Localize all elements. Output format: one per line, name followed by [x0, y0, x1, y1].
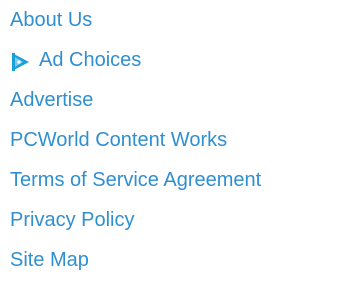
footer-links: About Us Ad Choices Advertise PCWorld Co…	[10, 0, 261, 280]
footer-link-item-privacy-policy: Privacy Policy	[10, 200, 261, 240]
terms-of-service-link[interactable]: Terms of Service Agreement	[10, 160, 261, 200]
ad-choices-label: Ad Choices	[39, 49, 142, 71]
footer-link-item-terms-of-service: Terms of Service Agreement	[10, 160, 261, 200]
site-map-label: Site Map	[10, 249, 89, 271]
adchoices-icon	[10, 46, 30, 71]
footer-link-item-advertise: Advertise	[10, 80, 261, 120]
footer-link-item-site-map: Site Map	[10, 240, 261, 280]
privacy-policy-link[interactable]: Privacy Policy	[10, 200, 134, 240]
footer-link-item-ad-choices: Ad Choices	[10, 40, 261, 80]
advertise-label: Advertise	[10, 89, 94, 111]
terms-of-service-label: Terms of Service Agreement	[10, 169, 262, 191]
advertise-link[interactable]: Advertise	[10, 80, 93, 120]
pcworld-content-works-label: PCWorld Content Works	[10, 129, 228, 151]
privacy-policy-label: Privacy Policy	[10, 209, 135, 231]
site-map-link[interactable]: Site Map	[10, 240, 89, 280]
ad-choices-link[interactable]: Ad Choices	[10, 40, 141, 80]
footer-link-item-pcworld-content-works: PCWorld Content Works	[10, 120, 261, 160]
pcworld-content-works-link[interactable]: PCWorld Content Works	[10, 120, 227, 160]
footer-link-item-about-us: About Us	[10, 0, 261, 40]
about-us-link[interactable]: About Us	[10, 0, 92, 40]
about-us-label: About Us	[10, 9, 93, 31]
